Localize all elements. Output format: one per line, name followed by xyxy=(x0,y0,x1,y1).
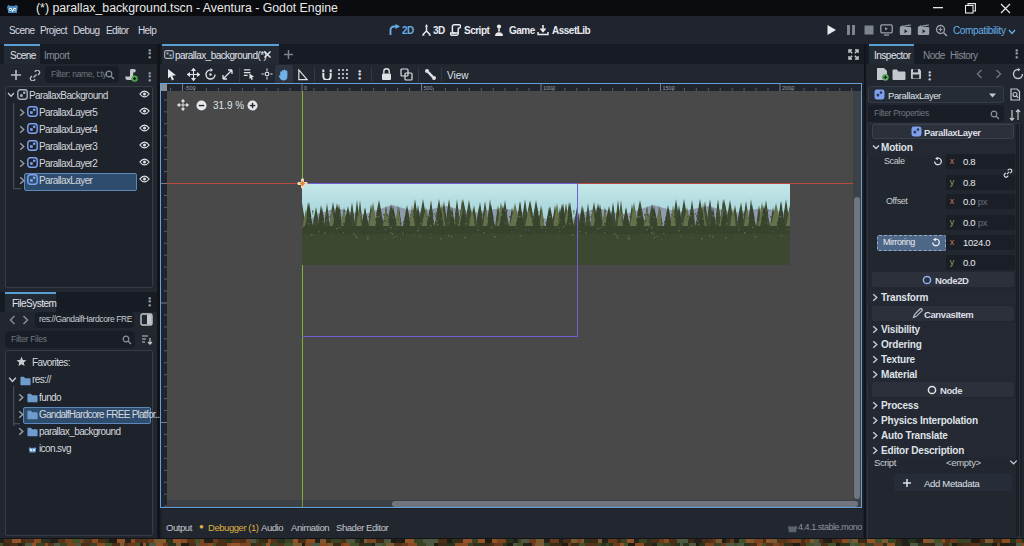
svg-text:0: 0 xyxy=(304,85,307,91)
svg-text:500: 500 xyxy=(424,85,433,91)
svg-text:2000: 2000 xyxy=(782,85,794,91)
svg-text:-500: -500 xyxy=(185,85,196,91)
svg-text:1500: 1500 xyxy=(663,85,675,91)
svg-text:1000: 1000 xyxy=(543,85,555,91)
